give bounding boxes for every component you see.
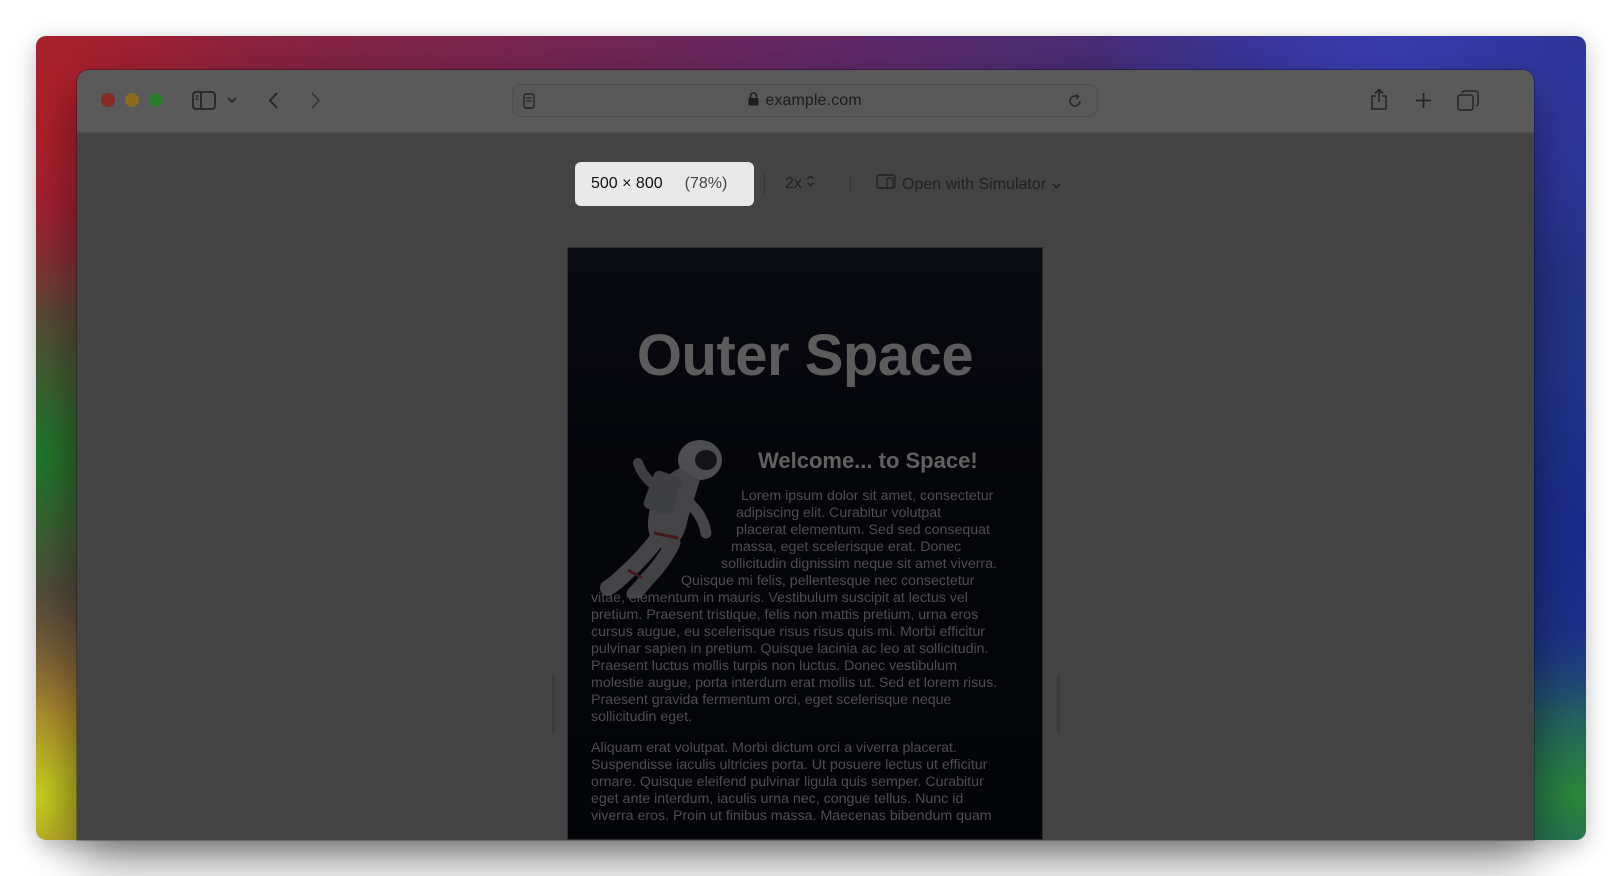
text-line: sollicitudin dignissim neque sit amet vi…: [721, 556, 997, 572]
minimize-button[interactable]: [125, 93, 139, 107]
scale-select[interactable]: 2x: [785, 174, 815, 193]
zoom-button[interactable]: [149, 93, 163, 107]
text-line: Quisque mi felis, pellentesque nec conse…: [681, 573, 975, 589]
text-line: molestie augue, porta interdum erat moll…: [591, 675, 998, 691]
close-button[interactable]: [101, 93, 115, 107]
chevron-down-icon: [1052, 176, 1061, 194]
scale-value: 2x: [785, 174, 802, 192]
viewport-dimensions: 500 × 800: [591, 175, 663, 192]
text-line: eget ante interdum, iaculis urna nec, co…: [591, 791, 964, 807]
address-bar[interactable]: example.com: [512, 84, 1098, 117]
device-viewport: Outer Space Welcome... to Space! Lorem i…: [567, 247, 1043, 840]
text-line: Lorem ipsum dolor sit amet, consectetur: [741, 488, 994, 504]
url-label: example.com: [765, 92, 862, 109]
chevron-down-icon[interactable]: [226, 94, 238, 106]
text-line: adipiscing elit. Curabitur volutpat: [736, 505, 942, 521]
text-line: pretium. Praesent tristique, felis non m…: [591, 607, 979, 623]
text-line: pulvinar sapien in pretium. Quisque laci…: [591, 641, 989, 657]
text-line: ornare. Quisque eleifend pulvinar ligula…: [591, 774, 984, 790]
up-down-chevron-icon: [806, 174, 815, 193]
text-line: placerat elementum. Sed sed consequat: [736, 522, 990, 538]
back-icon[interactable]: [263, 89, 283, 111]
text-line: Aliquam erat volutpat. Morbi dictum orci…: [591, 740, 957, 756]
forward-icon[interactable]: [305, 89, 325, 111]
open-with-simulator-button[interactable]: Open with Simulator: [876, 174, 1061, 195]
resize-handle-right[interactable]: [1057, 674, 1060, 734]
url-text: example.com: [513, 92, 1097, 111]
reload-icon[interactable]: [1066, 92, 1084, 110]
responsive-toolbar: 500 × 800 (78%) 2x Open with Simulator: [77, 162, 1534, 206]
toolbar-divider: [764, 174, 765, 194]
simulator-label: Open with Simulator: [902, 175, 1047, 193]
responsive-design-mode: 500 × 800 (78%) 2x Open with Simulator O…: [77, 134, 1534, 840]
text-line: cursus augue, eu scelerisque risus risus…: [591, 624, 985, 640]
text-line: Praesent gravida fermentum orci, eget sc…: [591, 692, 952, 708]
text-line: vitae, elementum in mauris. Vestibulum s…: [591, 590, 968, 606]
text-line: Suspendisse iaculis ultricies porta. Ut …: [591, 757, 988, 773]
resize-handle-left[interactable]: [552, 674, 555, 734]
text-line: massa, eget scelerisque erat. Donec: [731, 539, 962, 555]
toolbar-divider: [850, 174, 851, 194]
lock-icon: [748, 92, 759, 111]
text-line: Praesent luctus mollis turpis non luctus…: [591, 658, 957, 674]
browser-window: example.com 500 × 800 (78%) 2x Open with…: [77, 70, 1534, 840]
text-line: viverra eros. Proin ut finibus massa. Ma…: [591, 808, 992, 824]
viewport-zoom: (78%): [684, 175, 728, 192]
tabs-overview-icon[interactable]: [1456, 88, 1480, 112]
page-title: Outer Space: [636, 323, 974, 388]
text-line: sollicitudin eget.: [591, 709, 692, 725]
share-icon[interactable]: [1368, 86, 1390, 112]
section-heading: Welcome... to Space!: [758, 448, 978, 473]
simulator-device-icon: [876, 174, 896, 195]
sidebar-icon[interactable]: [191, 89, 217, 111]
toolbar: example.com: [77, 70, 1534, 133]
viewport-size-button[interactable]: 500 × 800 (78%): [575, 162, 754, 206]
new-tab-icon[interactable]: [1412, 89, 1434, 111]
